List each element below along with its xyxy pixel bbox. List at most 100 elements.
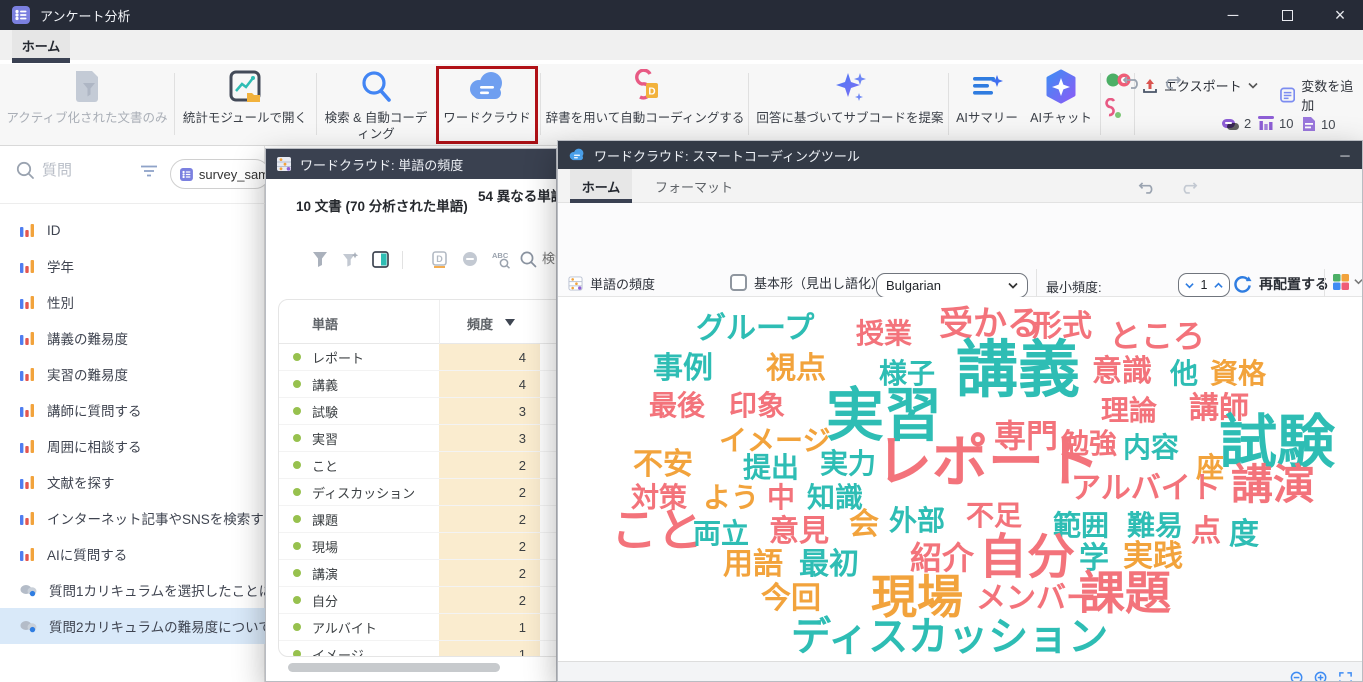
word-frequency-option[interactable]: 単語の頻度 <box>568 274 655 293</box>
min-freq-stepper[interactable]: 1 <box>1178 273 1230 297</box>
zoom-in-icon[interactable] <box>1314 671 1329 682</box>
window-minimize-button[interactable]: ─ <box>1334 145 1356 165</box>
cloud-word[interactable]: イメージ <box>719 427 830 455</box>
sidebar-item[interactable]: 周囲に相談する <box>0 428 265 464</box>
freq-table-row[interactable]: 現場2 <box>279 533 557 560</box>
cloud-word[interactable]: 外部 <box>889 507 945 535</box>
var-count[interactable]: 10 <box>1302 116 1335 132</box>
cloud-word[interactable]: ディスカッション <box>791 617 1108 657</box>
cloud-window-title-bar[interactable]: ワードクラウド: スマートコーディングツール ─ <box>558 141 1362 169</box>
ai-chat-button[interactable]: AIチャット <box>1026 64 1096 144</box>
cloud-word[interactable]: グループ <box>696 314 814 344</box>
sidebar-item[interactable]: 講師に質問する <box>0 392 265 428</box>
sidebar-item[interactable]: AIに質問する <box>0 536 265 572</box>
stepper-down-icon[interactable] <box>1185 282 1194 289</box>
cloud-word[interactable]: 実力 <box>820 450 876 478</box>
sidebar-item[interactable]: 実習の難易度 <box>0 356 265 392</box>
sidebar-item[interactable]: 講義の難易度 <box>0 320 265 356</box>
cloud-tab-format[interactable]: フォーマット <box>644 169 744 203</box>
cloud-word[interactable]: よう <box>703 484 759 512</box>
sidebar-item[interactable]: インターネット記事やSNSを検索する <box>0 500 265 536</box>
cloud-tab-home[interactable]: ホーム <box>570 169 632 203</box>
stats-module-button[interactable]: 統計モジュールで開く <box>178 64 312 144</box>
undo-icon[interactable] <box>1122 74 1144 89</box>
freq-table-row[interactable]: イメージ1 <box>279 641 557 657</box>
freq-table-row[interactable]: 実習3 <box>279 425 557 452</box>
cloud-word[interactable]: 最初 <box>799 550 859 580</box>
exclude-icon[interactable] <box>462 251 478 267</box>
add-variable-button[interactable]: 変数を追加 <box>1280 76 1363 114</box>
sidebar-item[interactable]: 質問1カリキュラムを選択したことについ <box>0 572 265 608</box>
language-dropdown-1[interactable]: Bulgarian <box>876 273 1028 298</box>
stepper-up-icon[interactable] <box>1214 282 1223 289</box>
sidebar-item[interactable]: 学年 <box>0 248 265 284</box>
freq-window-title-bar[interactable]: ワードクラウド: 単語の頻度 <box>266 149 556 179</box>
tab-home[interactable]: ホーム <box>12 30 70 60</box>
cloud-word[interactable]: 中 <box>767 484 795 512</box>
redo-icon[interactable] <box>1160 74 1182 89</box>
cloud-word[interactable]: 課題 <box>1079 570 1171 616</box>
cloud-word[interactable]: 会 <box>849 510 879 540</box>
cloud-word[interactable]: 現場 <box>871 574 963 620</box>
sidebar-search-input[interactable] <box>42 162 130 179</box>
dictionary-doc-icon[interactable]: D <box>432 251 447 268</box>
sort-desc-icon[interactable] <box>505 319 515 326</box>
freq-table-row[interactable]: 試験3 <box>279 398 557 425</box>
freq-table-row[interactable]: 講義4 <box>279 371 557 398</box>
cloud-word[interactable]: 講演 <box>1231 464 1315 506</box>
cloud-word[interactable]: 他 <box>1170 360 1198 388</box>
wordcloud-button[interactable]: ワードクラウド <box>438 64 536 144</box>
active-docs-button[interactable]: アクティブ化された文書のみ <box>4 64 170 144</box>
redo-icon[interactable] <box>1178 180 1198 194</box>
horizontal-scrollbar[interactable] <box>288 663 500 672</box>
minimize-button[interactable]: ─ <box>1216 0 1250 30</box>
cloud-word[interactable]: 不安 <box>633 450 693 480</box>
freq-table-row[interactable]: レポート4 <box>279 344 557 371</box>
columns-icon[interactable] <box>372 251 389 268</box>
maximize-button[interactable] <box>1270 0 1304 30</box>
color-scheme-icon[interactable] <box>1332 273 1350 291</box>
cloud-word[interactable]: 今回 <box>761 584 821 614</box>
cloud-word[interactable]: 資格 <box>1210 360 1266 388</box>
cloud-word[interactable]: 点 <box>1191 517 1221 547</box>
cloud-word[interactable]: 両立 <box>693 520 749 548</box>
cloud-word[interactable]: 紹介 <box>910 542 974 574</box>
table-search-icon[interactable] <box>520 251 537 268</box>
cloud-word[interactable]: 印象 <box>729 392 785 420</box>
sidebar-item[interactable]: 文献を探す <box>0 464 265 500</box>
lemmatize-checkbox-row[interactable]: 基本形（見出し語化） <box>730 273 884 292</box>
cloud-word[interactable]: 講義 <box>956 340 1080 402</box>
sidebar-item[interactable]: 質問2カリキュラムの難易度について <box>0 608 265 644</box>
zoom-out-icon[interactable] <box>1290 671 1305 682</box>
cloud-word[interactable]: 提出 <box>743 454 799 482</box>
word-search-input[interactable] <box>542 251 557 266</box>
abc-search-icon[interactable]: ABC <box>492 251 512 269</box>
dict-autocode-button[interactable]: D 辞書を用いて自動コーディングする <box>544 64 746 144</box>
filter-funnel-alt-icon[interactable] <box>342 251 360 268</box>
freq-table-row[interactable]: 自分2 <box>279 587 557 614</box>
cloud-word[interactable]: アルバイト <box>1071 474 1221 504</box>
sidebar-item[interactable]: 性別 <box>0 284 265 320</box>
cloud-word[interactable]: 視点 <box>766 354 826 384</box>
cloud-word[interactable]: レポート <box>876 434 1100 490</box>
cloud-word[interactable]: 事例 <box>653 354 713 384</box>
chevron-down-icon[interactable] <box>1354 278 1363 285</box>
cloud-word[interactable]: 意識 <box>1092 357 1152 387</box>
filter-funnel-icon[interactable] <box>312 251 328 268</box>
freq-table-row[interactable]: 講演2 <box>279 560 557 587</box>
cloud-word[interactable]: メンバー <box>976 584 1096 614</box>
dataset-selector[interactable]: survey_sam <box>170 159 270 189</box>
freq-table-row[interactable]: こと2 <box>279 452 557 479</box>
cloud-word[interactable]: 意見 <box>769 517 829 547</box>
col-header-word[interactable]: 単語 <box>312 314 338 333</box>
ai-summary-button[interactable]: AIサマリー <box>952 64 1022 144</box>
suggest-subcodes-button[interactable]: 回答に基づいてサブコードを提案 <box>752 64 948 144</box>
col-header-freq[interactable]: 頻度 <box>467 314 493 333</box>
close-button[interactable]: × <box>1323 0 1357 30</box>
doc-variable-count[interactable]: 10 <box>1258 116 1293 131</box>
cloud-word[interactable]: 理論 <box>1101 397 1157 425</box>
cloud-word[interactable]: 度 <box>1229 520 1259 550</box>
rearrange-button[interactable]: 再配置する <box>1233 274 1329 294</box>
code-count[interactable]: 2 <box>1222 116 1251 131</box>
freq-table-row[interactable]: ディスカッション2 <box>279 479 557 506</box>
